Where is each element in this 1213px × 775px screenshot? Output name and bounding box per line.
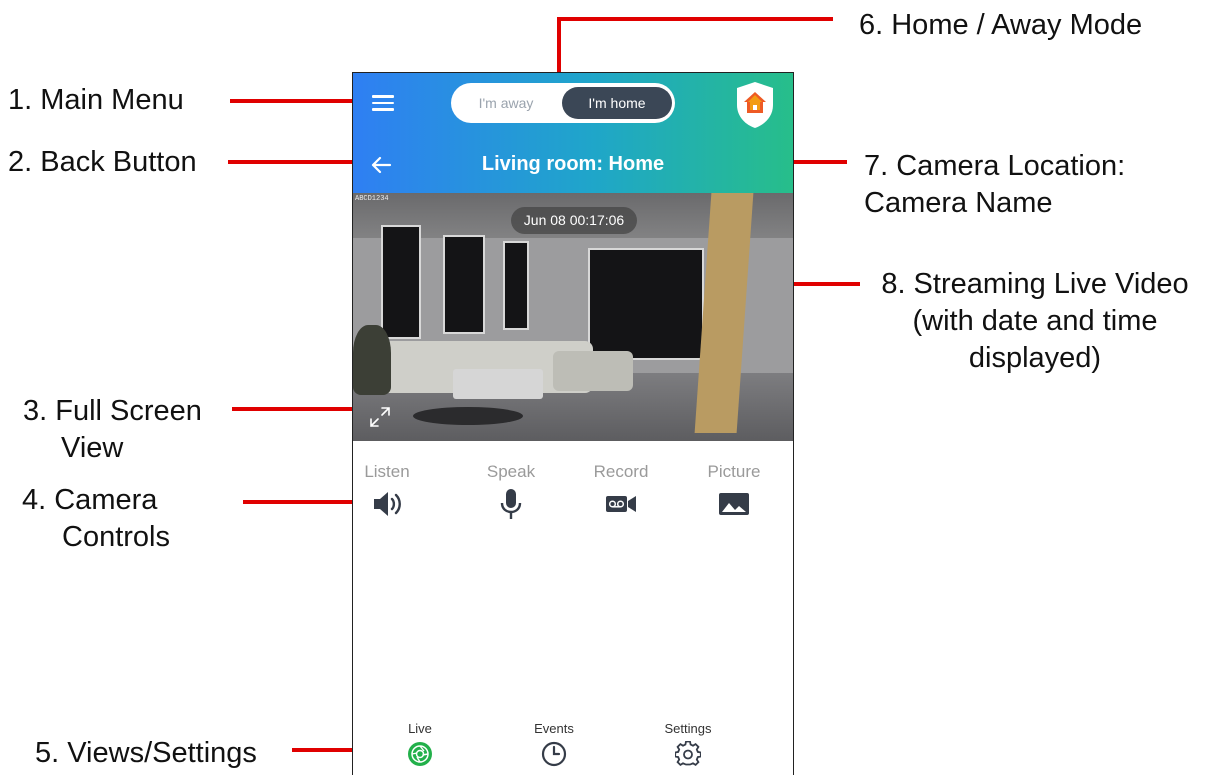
annotation-camera-location: 7. Camera Location: Camera Name [864, 148, 1204, 222]
annotation-streaming-line3: displayed) [968, 342, 1102, 374]
nav-settings-label: Settings [664, 721, 712, 736]
video-coffee-table [453, 369, 543, 399]
nav-live-label: Live [408, 721, 432, 736]
annotation-camera-location-line1: 7. Camera Location: [864, 150, 1126, 182]
annotation-camera-location-line2: Camera Name [864, 187, 1053, 219]
bottom-navigation: Live Events Settings [353, 713, 793, 775]
annotation-streaming-line2: (with date and time [912, 305, 1158, 337]
annotation-views-settings: 5. Views/Settings [35, 737, 257, 769]
nav-events-label: Events [534, 721, 574, 736]
expand-arrows-icon[interactable] [369, 406, 391, 428]
annotation-camera-controls-line1: 4. Camera [22, 484, 158, 516]
leader-line-main-menu [230, 99, 352, 103]
annotation-streaming-line1: 8. Streaming Live Video [881, 268, 1189, 300]
speak-label: Speak [486, 462, 536, 481]
annotation-camera-controls: 4. Camera Controls [22, 482, 222, 556]
video-sofa-chaise [553, 351, 633, 391]
video-window [588, 248, 704, 360]
video-window [381, 225, 421, 339]
live-icon [408, 742, 432, 766]
camera-title: Living room: Home [481, 153, 665, 175]
leader-line-back-button [228, 160, 362, 164]
record-label: Record [593, 462, 649, 481]
record-button[interactable]: Record [571, 441, 671, 521]
annotation-streaming: 8. Streaming Live Video (with date and t… [860, 266, 1210, 377]
video-floor-object [413, 407, 523, 425]
video-window [443, 235, 485, 334]
annotation-full-screen-line1: 3. Full Screen [23, 395, 202, 427]
home-away-toggle[interactable]: I'm away I'm home [451, 83, 675, 123]
camera-controls: Listen Speak Record Picture [353, 441, 793, 521]
listen-label: Listen [364, 462, 410, 481]
picture-label: Picture [707, 462, 761, 481]
nav-live[interactable]: Live [370, 713, 470, 767]
away-mode-option[interactable]: I'm away [451, 83, 561, 123]
hamburger-menu-icon[interactable] [372, 95, 394, 113]
video-record-icon [606, 496, 636, 512]
app-header: I'm away I'm home Living room: Home [353, 73, 793, 193]
annotation-home-away: 6. Home / Away Mode [859, 9, 1143, 41]
annotation-back-button: 2. Back Button [8, 146, 197, 178]
leader-line-full-screen [232, 407, 367, 411]
annotation-full-screen: 3. Full Screen View [23, 393, 223, 467]
annotation-camera-controls-line2: Controls [62, 521, 170, 553]
video-timestamp: Jun 08 00:17:06 [511, 207, 637, 234]
video-window [503, 241, 529, 330]
shield-house-icon [737, 82, 773, 128]
gear-icon [675, 741, 701, 767]
phone-screen: I'm away I'm home Living room: Home ABCD… [352, 72, 794, 775]
listen-button[interactable]: Listen [353, 441, 437, 521]
annotation-full-screen-line2: View [61, 432, 124, 464]
video-osd-text: ABCD1234 [355, 195, 389, 203]
home-mode-option[interactable]: I'm home [562, 87, 672, 119]
live-video-stream[interactable]: ABCD1234 Jun 08 00:17:06 [353, 193, 793, 441]
picture-button[interactable]: Picture [684, 441, 784, 521]
speaker-icon [374, 492, 401, 516]
nav-events[interactable]: Events [504, 713, 604, 767]
microphone-icon [500, 489, 522, 519]
picture-icon [719, 493, 749, 515]
speak-button[interactable]: Speak [461, 441, 561, 521]
clock-icon [541, 741, 567, 767]
leader-line-home-away-h [557, 17, 833, 21]
nav-settings[interactable]: Settings [638, 713, 738, 767]
video-plant [353, 325, 391, 395]
annotation-main-menu: 1. Main Menu [8, 84, 184, 116]
